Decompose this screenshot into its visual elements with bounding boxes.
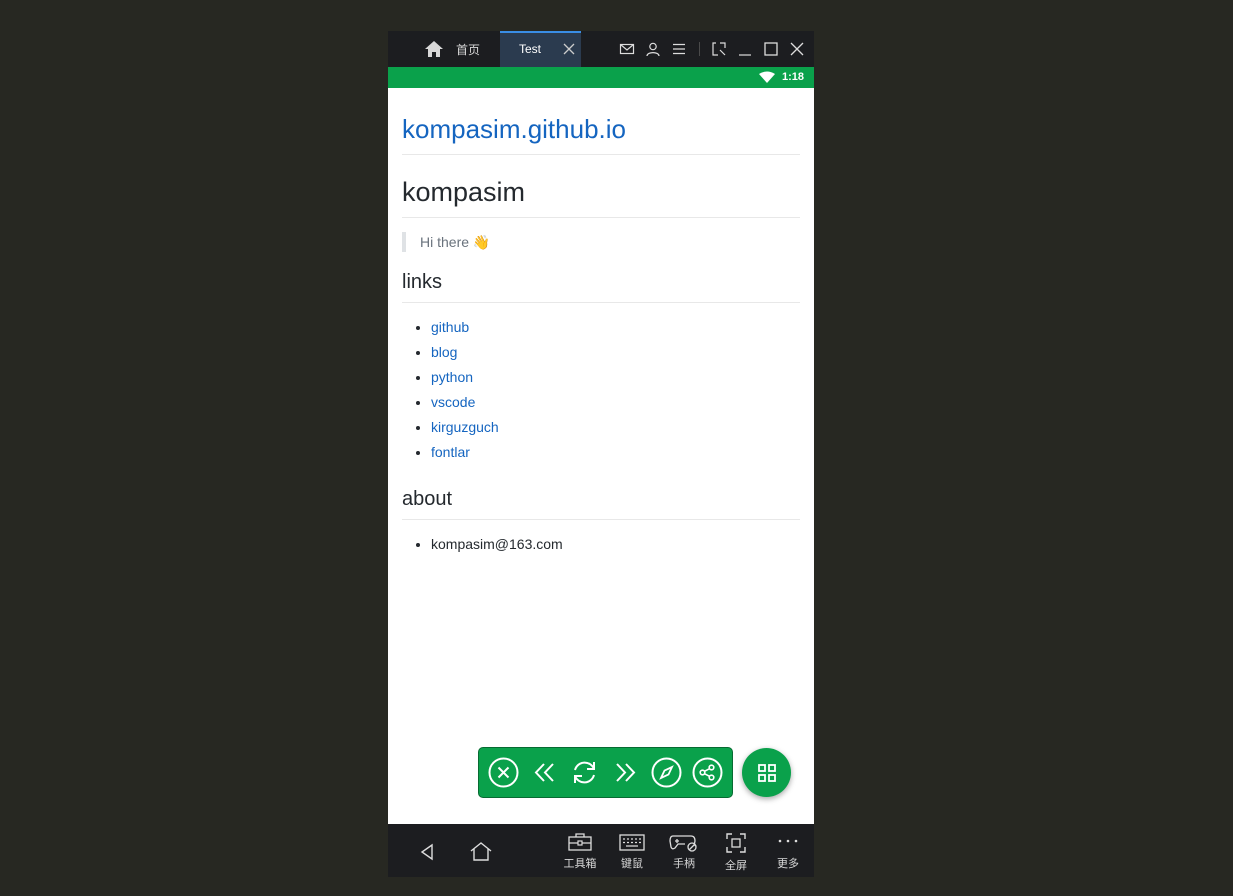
toolbox-button[interactable]: 工具箱 (560, 824, 600, 877)
about-list: kompasim@163.com (402, 520, 800, 553)
nav-home-button[interactable] (468, 824, 494, 877)
links-heading: links (402, 252, 800, 303)
nav-home-icon (470, 842, 492, 861)
blockquote: Hi there 👋 (402, 232, 800, 252)
home-icon (425, 41, 443, 57)
back-button[interactable] (529, 757, 560, 788)
link-blog[interactable]: blog (431, 344, 457, 360)
close-window-icon[interactable] (789, 41, 805, 57)
minimize-icon[interactable] (737, 41, 753, 57)
compass-button[interactable] (651, 757, 682, 788)
link-github[interactable]: github (431, 319, 469, 335)
toolbox-icon (568, 833, 592, 851)
status-bar: 1:18 (388, 67, 814, 88)
list-item: kirguzguch (431, 419, 800, 444)
tab-home[interactable]: 首页 (424, 31, 500, 67)
tab-test[interactable]: Test (500, 31, 581, 67)
more-dots-icon (778, 839, 798, 843)
tab-home-label: 首页 (456, 42, 481, 57)
list-item: fontlar (431, 444, 800, 469)
fullscreen-icon (726, 833, 746, 853)
keymouse-label: 键鼠 (621, 858, 643, 870)
toolbox-label: 工具箱 (563, 858, 597, 870)
gamepad-icon (669, 835, 697, 852)
list-item: github (431, 319, 800, 344)
list-item-email: kompasim@163.com (431, 536, 800, 553)
titlebar-divider (699, 42, 700, 56)
gamepad-label: 手柄 (673, 858, 695, 870)
more-label: 更多 (777, 858, 799, 870)
refresh-button[interactable] (569, 757, 600, 788)
title-bar: 首页 Test (388, 31, 814, 67)
about-heading: about (402, 469, 800, 520)
fullscreen-label: 全屏 (725, 860, 747, 872)
link-kirguzguch[interactable]: kirguzguch (431, 419, 499, 435)
fullscreen-button[interactable]: 全屏 (720, 824, 752, 877)
screenshot-icon[interactable] (711, 41, 727, 57)
double-chevron-right-icon (616, 763, 636, 782)
list-item: vscode (431, 394, 800, 419)
keyboard-icon (619, 834, 645, 851)
share-button[interactable] (692, 757, 723, 788)
close-circle-icon (488, 757, 519, 788)
compass-icon (651, 757, 682, 788)
web-page: kompasim.github.io kompasim Hi there 👋 l… (402, 88, 800, 553)
wifi-icon (759, 71, 775, 83)
share-icon (692, 757, 723, 788)
maximize-icon[interactable] (763, 41, 779, 57)
mail-icon[interactable] (619, 41, 635, 57)
nav-back-button[interactable] (414, 824, 440, 877)
link-vscode[interactable]: vscode (431, 394, 475, 410)
site-title-link[interactable]: kompasim.github.io (402, 88, 800, 155)
link-fontlar[interactable]: fontlar (431, 444, 470, 460)
double-chevron-left-icon (534, 763, 554, 782)
close-tab-icon[interactable] (563, 43, 575, 55)
bottom-bar: 工具箱 键鼠 手柄 全屏 更多 (388, 824, 814, 877)
menu-icon[interactable] (671, 41, 687, 57)
refresh-icon (574, 761, 595, 784)
links-list: github blog python vscode kirguzguch fon… (402, 303, 800, 469)
status-time: 1:18 (782, 71, 805, 83)
tab-test-label: Test (519, 42, 542, 56)
link-python[interactable]: python (431, 369, 473, 385)
close-page-button[interactable] (488, 757, 519, 788)
page-heading: kompasim (402, 155, 800, 218)
list-item: python (431, 369, 800, 394)
floating-toolbar (478, 747, 733, 798)
forward-button[interactable] (610, 757, 641, 788)
grid-icon (757, 763, 776, 782)
list-item: blog (431, 344, 800, 369)
emulator-window: 首页 Test 1:18 kompasim.github.io kompasim… (388, 31, 814, 877)
user-icon[interactable] (645, 41, 661, 57)
apps-fab-button[interactable] (742, 748, 791, 797)
back-triangle-icon (420, 843, 433, 861)
keymouse-button[interactable]: 键鼠 (616, 824, 648, 877)
more-button[interactable]: 更多 (772, 824, 804, 877)
gamepad-button[interactable]: 手柄 (668, 824, 700, 877)
